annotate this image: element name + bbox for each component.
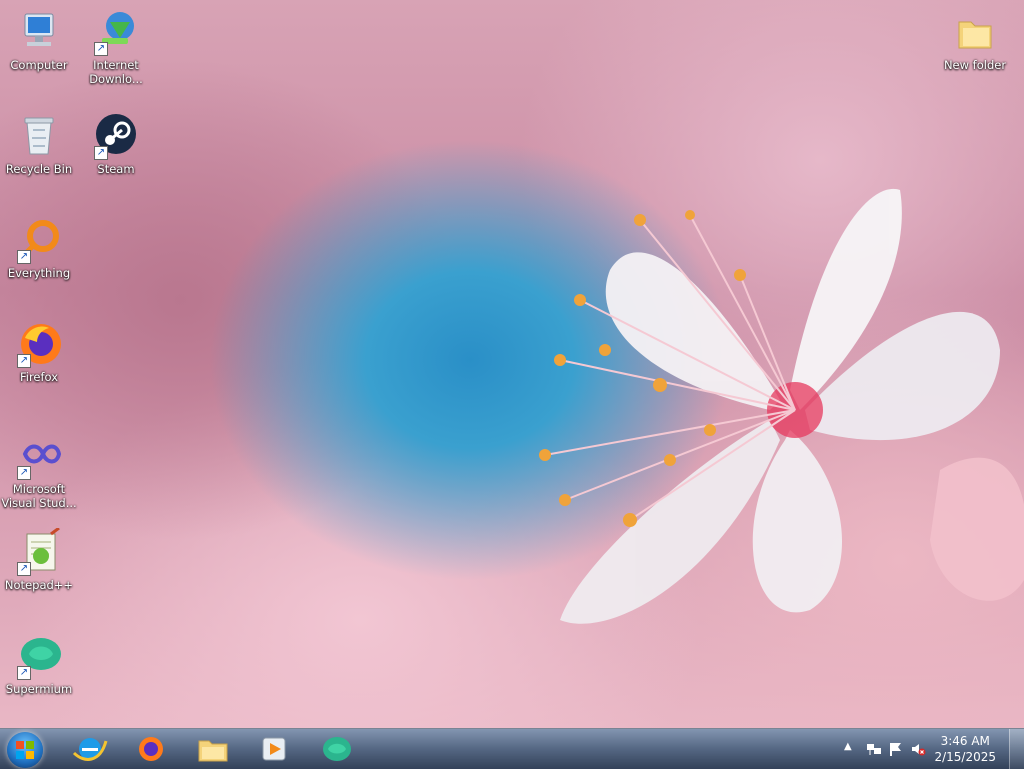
desktop-icon-label: New folder xyxy=(943,58,1007,72)
volume-muted-icon[interactable] xyxy=(910,741,926,757)
notepad-plus-plus-icon: ↗ xyxy=(15,526,63,576)
desktop-icon-internet-download-manager[interactable]: ↗ Internet Downlo... xyxy=(78,8,154,86)
firefox-icon: ↗ xyxy=(15,320,63,368)
file-explorer-icon xyxy=(198,740,228,762)
show-hidden-icons-chevron[interactable]: ▲ xyxy=(844,741,852,752)
taskbar-file-explorer[interactable] xyxy=(189,733,237,765)
network-icon[interactable] xyxy=(866,741,882,757)
taskbar-firefox[interactable] xyxy=(127,733,175,765)
clock-date: 2/15/2025 xyxy=(934,750,996,764)
clock[interactable]: 3:46 AM 2/15/2025 xyxy=(934,733,996,765)
windows-logo-icon xyxy=(16,741,34,759)
start-button[interactable] xyxy=(7,732,43,768)
system-tray: ▲ 3:46 AM 2/15/2025 xyxy=(834,729,1024,769)
shortcut-arrow-icon: ↗ xyxy=(17,466,31,480)
shortcut-arrow-icon: ↗ xyxy=(17,666,31,680)
shortcut-arrow-icon: ↗ xyxy=(17,250,31,264)
steam-icon: ↗ xyxy=(92,112,140,160)
desktop-icon-new-folder[interactable]: New folder xyxy=(937,8,1013,72)
taskbar-supermium[interactable] xyxy=(313,733,361,765)
computer-icon xyxy=(15,8,63,56)
folder-icon xyxy=(951,8,999,56)
action-center-flag-icon[interactable] xyxy=(888,741,904,757)
desktop-icon-label: Supermium xyxy=(5,682,73,696)
desktop-icon-label: Internet Downlo... xyxy=(89,58,143,86)
recycle-bin-icon xyxy=(15,112,63,160)
desktop-icon-label: Steam xyxy=(97,162,135,176)
clock-time: 3:46 AM xyxy=(940,734,990,748)
taskbar-media-player[interactable] xyxy=(250,733,298,765)
taskbar-internet-explorer[interactable] xyxy=(66,733,114,765)
internet-explorer-icon xyxy=(72,738,108,761)
desktop-icon-notepad-plus-plus[interactable]: ↗ Notepad++ xyxy=(1,526,77,592)
supermium-icon: ↗ xyxy=(15,632,63,680)
internet-download-manager-icon: ↗ xyxy=(92,8,140,56)
shortcut-arrow-icon: ↗ xyxy=(94,42,108,56)
desktop-icon-everything[interactable]: ↗ Everything xyxy=(1,216,77,280)
desktop-icon-label: Notepad++ xyxy=(4,578,74,592)
shortcut-arrow-icon: ↗ xyxy=(17,562,31,576)
desktop-icon-label: Everything xyxy=(7,266,71,280)
shortcut-arrow-icon: ↗ xyxy=(17,354,31,368)
firefox-icon xyxy=(139,737,163,761)
desktop-icon-firefox[interactable]: ↗ Firefox xyxy=(1,320,77,384)
desktop-wallpaper xyxy=(0,0,1024,728)
shortcut-arrow-icon: ↗ xyxy=(94,146,108,160)
desktop-icon-label: Firefox xyxy=(19,370,59,384)
visual-studio-icon: ↗ xyxy=(15,432,63,480)
desktop-icon-recycle-bin[interactable]: Recycle Bin xyxy=(1,112,77,176)
desktop-icon-visual-studio[interactable]: ↗ Microsoft Visual Stud... xyxy=(1,432,77,510)
cherry-blossom-flower xyxy=(539,188,1024,624)
show-desktop-button[interactable] xyxy=(1009,729,1024,769)
everything-search-icon: ↗ xyxy=(15,216,63,264)
desktop-icon-label: Microsoft Visual Stud... xyxy=(1,482,77,510)
taskbar: ▲ 3:46 AM 2/15/2025 xyxy=(0,728,1024,769)
desktop-icon-label: Recycle Bin xyxy=(5,162,73,176)
desktop-icon-computer[interactable]: Computer xyxy=(1,8,77,72)
desktop-icon-label: Computer xyxy=(10,58,68,72)
desktop-icon-steam[interactable]: ↗ Steam xyxy=(78,112,154,176)
media-player-icon xyxy=(262,737,286,761)
supermium-icon xyxy=(323,737,351,761)
desktop-icon-supermium[interactable]: ↗ Supermium xyxy=(1,632,77,696)
